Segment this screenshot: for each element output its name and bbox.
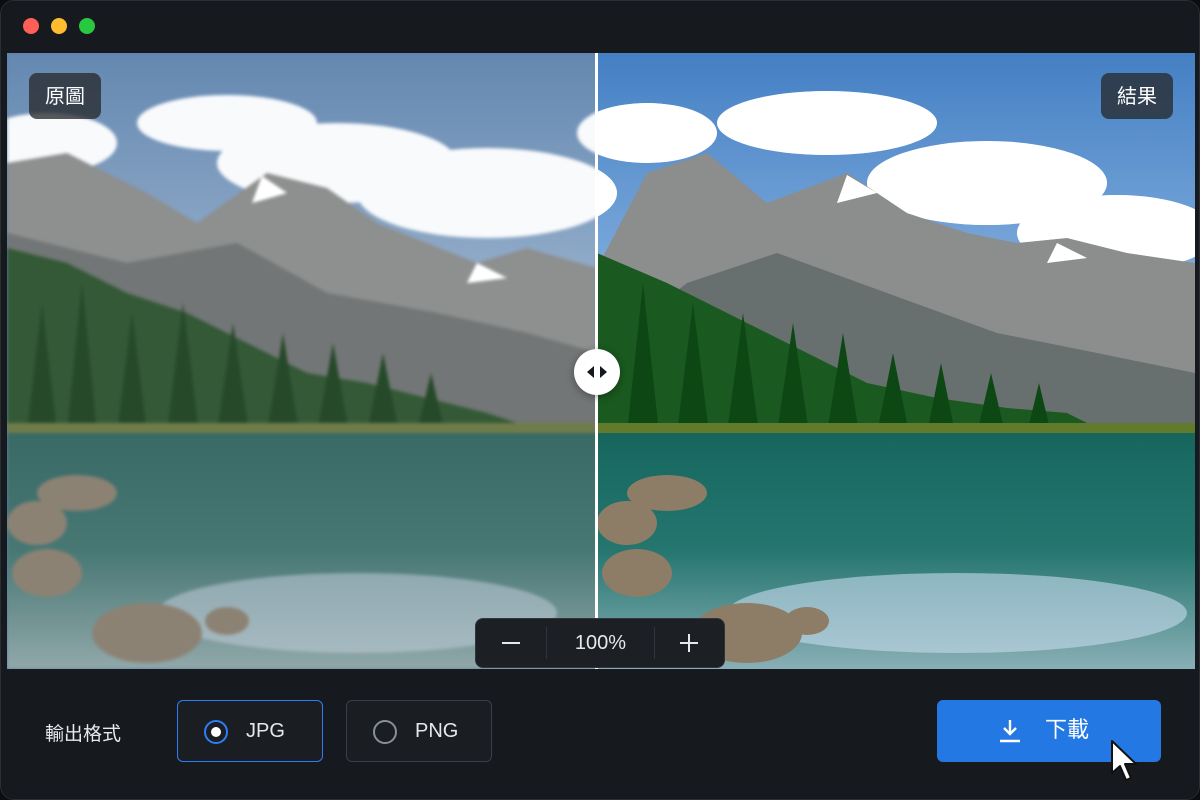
original-image [7, 53, 597, 669]
plus-icon [680, 634, 698, 652]
minimize-window-button[interactable] [51, 18, 67, 34]
close-window-button[interactable] [23, 18, 39, 34]
zoom-level: 100% [574, 632, 627, 654]
export-bar: 輸出格式 JPG PNG 下載 [1, 669, 1199, 799]
maximize-window-button[interactable] [79, 18, 95, 34]
compare-slider-handle[interactable] [574, 349, 620, 395]
format-option-png[interactable]: PNG [346, 700, 492, 762]
zoom-in-button[interactable] [654, 619, 724, 667]
download-icon [1000, 720, 1020, 743]
title-bar [1, 1, 1199, 53]
format-option-jpg[interactable]: JPG [177, 700, 323, 762]
minus-icon [502, 642, 520, 644]
arrows-left-right-icon [587, 366, 607, 378]
result-image [597, 53, 1195, 669]
original-label: 原圖 [29, 73, 101, 119]
zoom-control: 100% [475, 618, 725, 668]
output-format-label: 輸出格式 [45, 723, 122, 745]
format-option-label: JPG [246, 720, 285, 742]
mouse-pointer-icon [1111, 740, 1137, 781]
app-window: 原圖 結果 100% 輸出格式 JPG PNG 下載 [0, 0, 1200, 800]
zoom-out-button[interactable] [476, 619, 546, 667]
comparison-viewer[interactable]: 原圖 結果 [7, 53, 1195, 669]
format-option-label: PNG [415, 720, 459, 742]
radio-selected-icon[interactable] [204, 720, 228, 744]
result-label: 結果 [1101, 73, 1173, 119]
download-label: 下載 [1045, 718, 1090, 743]
radio-unselected-icon[interactable] [373, 720, 397, 744]
